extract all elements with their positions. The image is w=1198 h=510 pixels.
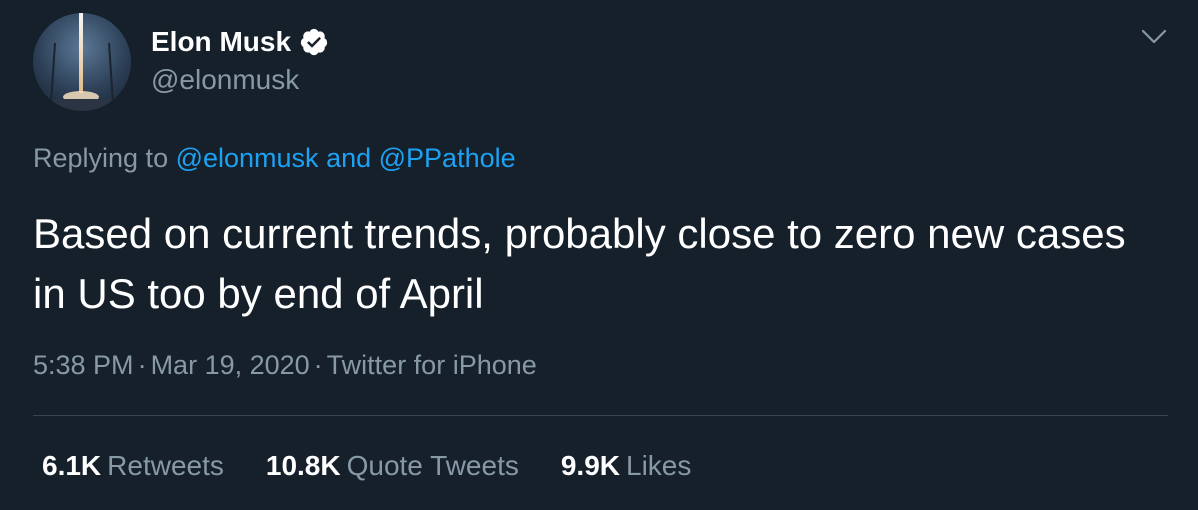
- author-names: Elon Musk @elonmusk: [151, 24, 329, 96]
- replying-to-prefix: Replying to: [33, 143, 176, 173]
- retweets-label: Retweets: [107, 450, 224, 481]
- display-name[interactable]: Elon Musk: [151, 26, 291, 58]
- avatar[interactable]: [33, 13, 131, 111]
- tweet-meta: 5:38 PM · Mar 19, 2020 · Twitter for iPhone: [33, 350, 537, 381]
- tweet-stats: 6.1K Retweets 10.8K Quote Tweets 9.9K Likes: [42, 450, 733, 482]
- likes-label: Likes: [626, 450, 692, 481]
- chevron-down-icon[interactable]: [1138, 20, 1170, 52]
- author-handle[interactable]: @elonmusk: [151, 64, 329, 96]
- mention-conjunction[interactable]: and: [319, 143, 379, 173]
- divider: [33, 415, 1168, 416]
- quote-tweets-label: Quote Tweets: [346, 450, 519, 481]
- retweets-stat[interactable]: 6.1K Retweets: [42, 450, 224, 482]
- tweet-source[interactable]: Twitter for iPhone: [327, 350, 537, 380]
- tweet-date[interactable]: Mar 19, 2020: [151, 350, 310, 380]
- mention-link-elonmusk[interactable]: @elonmusk: [176, 143, 319, 173]
- likes-count: 9.9K: [560, 450, 621, 481]
- tweet-text: Based on current trends, probably close …: [33, 210, 1126, 317]
- quote-tweets-count: 10.8K: [265, 450, 341, 481]
- mention-link-ppathole[interactable]: @PPathole: [379, 143, 516, 173]
- meta-separator: ·: [313, 350, 323, 380]
- tweet-time[interactable]: 5:38 PM: [33, 350, 134, 380]
- display-name-row: Elon Musk: [151, 24, 329, 60]
- quote-tweets-stat[interactable]: 10.8K Quote Tweets: [266, 450, 519, 482]
- likes-stat[interactable]: 9.9K Likes: [561, 450, 692, 482]
- retweets-count: 6.1K: [42, 450, 102, 481]
- verified-badge-icon: [299, 27, 329, 57]
- meta-separator: ·: [137, 350, 147, 380]
- tweet-card: Elon Musk @elonmusk Replying to @elonmus…: [0, 0, 1198, 510]
- replying-to: Replying to @elonmusk and @PPathole: [33, 143, 516, 174]
- avatar-image: [33, 13, 131, 111]
